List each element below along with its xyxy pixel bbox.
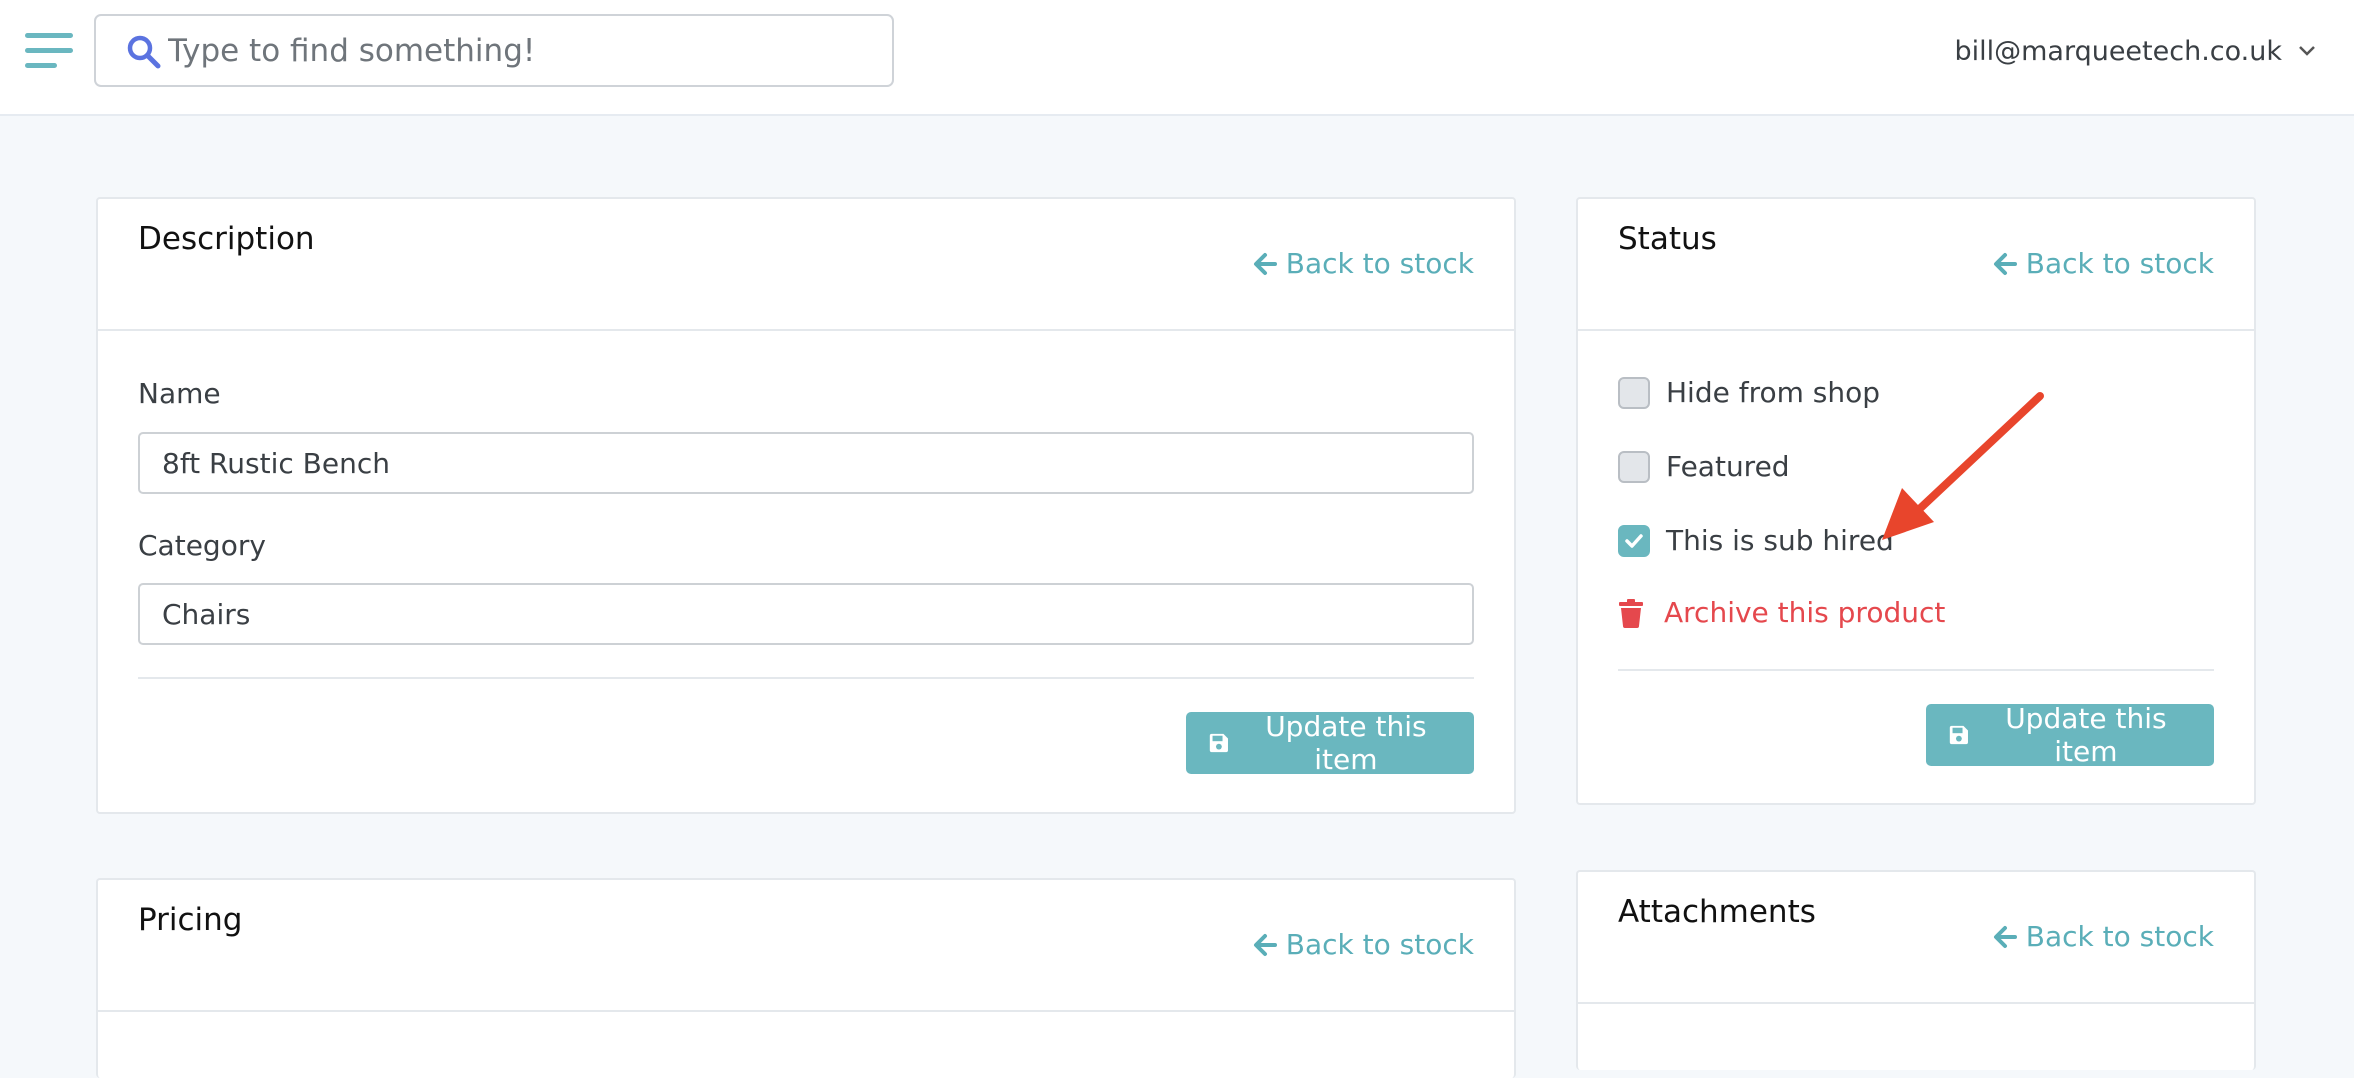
back-to-stock-link[interactable]: Back to stock (1992, 247, 2214, 280)
featured-option[interactable]: Featured (1618, 450, 1790, 483)
name-label: Name (138, 377, 221, 410)
top-bar: bill@marqueetech.co.uk (0, 0, 2354, 116)
user-menu[interactable]: bill@marqueetech.co.uk (1954, 28, 2316, 74)
update-item-button[interactable]: Update this item (1186, 710, 1474, 776)
category-field[interactable] (138, 583, 1474, 645)
floppy-disk-icon (1209, 733, 1228, 753)
user-email: bill@marqueetech.co.uk (1954, 35, 2282, 67)
trash-icon (1619, 598, 1643, 628)
description-card: Description Back to stock Name Category … (96, 197, 1516, 814)
sub-hired-option[interactable]: This is sub hired (1618, 524, 1894, 557)
checkbox-label: Featured (1666, 450, 1790, 483)
card-header: Description Back to stock (98, 199, 1514, 331)
arrow-left-icon (1253, 252, 1277, 275)
divider (1618, 669, 2214, 671)
card-title: Pricing (138, 902, 243, 938)
featured-checkbox[interactable] (1618, 450, 1650, 483)
card-header: Status Back to stock (1578, 199, 2254, 331)
floppy-disk-icon (1949, 725, 1968, 745)
search-icon (127, 35, 161, 69)
sub-hired-checkbox[interactable] (1618, 524, 1650, 557)
name-field[interactable] (138, 432, 1474, 494)
annotation-arrow-icon (1882, 392, 2044, 540)
card-title: Description (138, 221, 315, 257)
search-box[interactable] (94, 14, 894, 87)
pricing-card: Pricing Back to stock (96, 878, 1516, 1078)
arrow-left-icon (1993, 252, 2017, 275)
card-header: Pricing Back to stock (98, 880, 1514, 1012)
checkmark-icon (1625, 533, 1643, 548)
update-button-label: Update this item (2005, 702, 2167, 768)
back-link-label: Back to stock (2025, 920, 2214, 953)
back-to-stock-link[interactable]: Back to stock (1252, 247, 1474, 280)
checkbox-label: This is sub hired (1666, 524, 1894, 557)
card-header: Attachments Back to stock (1578, 872, 2254, 1004)
hide-from-shop-option[interactable]: Hide from shop (1618, 376, 1880, 409)
back-to-stock-link[interactable]: Back to stock (1992, 920, 2214, 953)
card-title: Attachments (1618, 894, 1816, 930)
attachments-card: Attachments Back to stock (1576, 870, 2256, 1070)
chevron-down-icon (2299, 46, 2315, 56)
back-link-label: Back to stock (1285, 928, 1474, 961)
arrow-left-icon (1993, 925, 2017, 948)
card-title: Status (1618, 221, 1717, 257)
archive-label: Archive this product (1664, 596, 1946, 629)
hide-from-shop-checkbox[interactable] (1618, 376, 1650, 409)
category-label: Category (138, 529, 266, 562)
hamburger-menu-icon[interactable] (25, 31, 75, 71)
update-item-button[interactable]: Update this item (1926, 702, 2214, 768)
search-input[interactable] (168, 26, 868, 76)
divider (138, 677, 1474, 679)
back-link-label: Back to stock (2025, 247, 2214, 280)
back-link-label: Back to stock (1285, 247, 1474, 280)
checkbox-label: Hide from shop (1666, 376, 1881, 409)
archive-product-link[interactable]: Archive this product (1618, 596, 1945, 629)
update-button-label: Update this item (1265, 710, 1427, 776)
back-to-stock-link[interactable]: Back to stock (1252, 928, 1474, 961)
arrow-left-icon (1253, 933, 1277, 956)
